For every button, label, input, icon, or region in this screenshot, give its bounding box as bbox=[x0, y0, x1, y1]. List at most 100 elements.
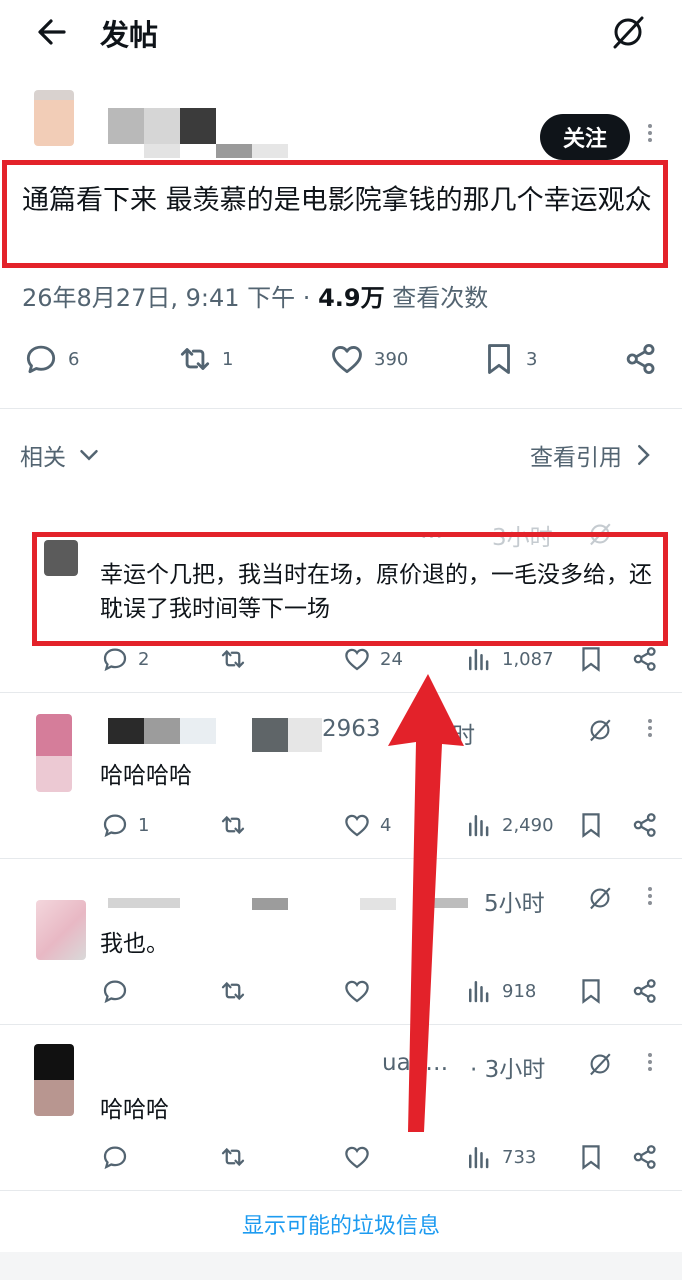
repost-count: 1 bbox=[222, 348, 234, 370]
more-options-icon[interactable] bbox=[646, 121, 654, 149]
reply-button[interactable]: 6 bbox=[22, 340, 79, 378]
reply-icon bbox=[103, 814, 127, 838]
grok-icon[interactable] bbox=[608, 12, 648, 52]
reply-time: · 3小时 bbox=[470, 1057, 546, 1083]
reply-text: 哈哈哈 bbox=[100, 1097, 169, 1123]
top-bar: 发帖 bbox=[0, 0, 682, 70]
divider bbox=[0, 692, 682, 693]
bottom-band bbox=[0, 1252, 682, 1280]
grok-icon[interactable] bbox=[586, 1050, 614, 1078]
heart-icon bbox=[345, 648, 369, 671]
reply-button[interactable] bbox=[100, 1142, 130, 1172]
share-button[interactable] bbox=[630, 1142, 660, 1172]
like-button[interactable]: 390 bbox=[328, 340, 408, 378]
reply-icon bbox=[103, 1146, 127, 1170]
repost-button[interactable] bbox=[218, 976, 248, 1006]
view-quotes-link[interactable]: 查看引用 bbox=[530, 438, 658, 472]
divider bbox=[0, 1190, 682, 1191]
repost-icon bbox=[221, 1147, 245, 1167]
bookmark-icon bbox=[488, 344, 510, 374]
bookmark-button[interactable] bbox=[576, 976, 606, 1006]
reply-icon bbox=[103, 648, 127, 672]
quotes-label: 查看引用 bbox=[530, 445, 622, 471]
bookmark-icon bbox=[582, 1145, 600, 1170]
share-icon bbox=[626, 343, 655, 375]
follow-button[interactable]: 关注 bbox=[540, 114, 630, 160]
reply-action-bar: 2 24 1,087 bbox=[0, 642, 682, 692]
repost-button[interactable]: 1 bbox=[176, 340, 233, 378]
related-label: 相关 bbox=[20, 445, 66, 471]
reply-button[interactable]: 2 bbox=[100, 644, 149, 674]
post-action-bar: 6 1 390 3 bbox=[0, 340, 682, 390]
reply-icon bbox=[103, 980, 127, 1004]
reply-icon bbox=[26, 345, 56, 374]
view-count: 2,490 bbox=[502, 814, 554, 836]
reply-count: 1 bbox=[138, 814, 150, 836]
divider bbox=[0, 408, 682, 409]
repost-icon bbox=[180, 348, 210, 370]
analytics-icon bbox=[469, 649, 489, 671]
heart-icon bbox=[332, 346, 362, 374]
reply-button[interactable] bbox=[100, 976, 130, 1006]
bookmark-button[interactable] bbox=[576, 1142, 606, 1172]
share-icon bbox=[633, 647, 656, 671]
reply-time: 5小时 bbox=[484, 891, 545, 917]
chevron-right-icon bbox=[638, 445, 650, 465]
reply-avatar[interactable] bbox=[34, 1044, 74, 1116]
views-count: 4.9万 bbox=[318, 284, 385, 312]
bookmark-button[interactable] bbox=[576, 810, 606, 840]
like-button[interactable]: 24 bbox=[342, 644, 403, 674]
share-button[interactable] bbox=[630, 810, 660, 840]
bookmark-button[interactable] bbox=[576, 644, 606, 674]
reply-avatar[interactable] bbox=[36, 900, 86, 960]
repost-button[interactable] bbox=[218, 644, 248, 674]
divider bbox=[0, 1024, 682, 1025]
share-icon bbox=[633, 979, 656, 1003]
reply-handle-partial: 2963 bbox=[322, 716, 381, 742]
like-count: 24 bbox=[380, 648, 403, 670]
view-count: 1,087 bbox=[502, 648, 554, 670]
more-options-icon[interactable] bbox=[646, 1050, 654, 1078]
views-button[interactable]: 733 bbox=[464, 1142, 536, 1172]
reply-action-bar: 1 4 2,490 bbox=[0, 808, 682, 858]
reply-button[interactable]: 1 bbox=[100, 810, 149, 840]
share-button[interactable] bbox=[630, 976, 660, 1006]
share-button[interactable] bbox=[622, 340, 660, 378]
reply-count: 6 bbox=[68, 348, 80, 370]
post-meta: 26年8月27日, 9:41 下午 · 4.9万 查看次数 bbox=[22, 278, 488, 313]
bookmark-count: 3 bbox=[526, 348, 538, 370]
analytics-icon bbox=[469, 1147, 489, 1169]
views-button[interactable]: 1,087 bbox=[464, 644, 554, 674]
bookmark-icon bbox=[582, 813, 600, 838]
more-options-icon[interactable] bbox=[646, 716, 654, 744]
share-icon bbox=[633, 813, 656, 837]
chevron-down-icon bbox=[80, 450, 98, 461]
page-title: 发帖 bbox=[100, 18, 159, 52]
like-button[interactable] bbox=[342, 976, 372, 1006]
reply-avatar[interactable] bbox=[36, 714, 72, 792]
back-arrow-icon[interactable] bbox=[34, 14, 70, 50]
reply-count: 2 bbox=[138, 648, 150, 670]
share-button[interactable] bbox=[630, 644, 660, 674]
red-arrow-annotation bbox=[388, 674, 464, 1132]
divider bbox=[0, 858, 682, 859]
grok-icon[interactable] bbox=[586, 884, 614, 912]
author-avatar[interactable] bbox=[34, 90, 74, 146]
views-label: 查看次数 bbox=[392, 284, 489, 312]
heart-icon bbox=[345, 814, 369, 837]
related-dropdown[interactable]: 相关 bbox=[20, 438, 104, 472]
more-options-icon[interactable] bbox=[646, 884, 654, 912]
grok-icon[interactable] bbox=[586, 716, 614, 744]
like-button[interactable] bbox=[342, 1142, 372, 1172]
repost-button[interactable] bbox=[218, 1142, 248, 1172]
post-text: 通篇看下来 最羡慕的是电影院拿钱的那几个幸运观众 bbox=[22, 185, 652, 216]
reply-text: 幸运个几把，我当时在场，原价退的，一毛没多给，还耽误了我时间等下一场 bbox=[100, 562, 652, 622]
reply-text: 哈哈哈哈 bbox=[100, 763, 192, 789]
show-spam-link[interactable]: 显示可能的垃圾信息 bbox=[0, 1208, 682, 1240]
reply-action-bar: 733 bbox=[0, 1140, 682, 1190]
bookmark-button[interactable]: 3 bbox=[480, 340, 537, 378]
share-icon bbox=[633, 1145, 656, 1169]
repost-icon bbox=[221, 981, 245, 1001]
repost-button[interactable] bbox=[218, 810, 248, 840]
post-timestamp: 26年8月27日, 9:41 下午 bbox=[22, 284, 296, 312]
